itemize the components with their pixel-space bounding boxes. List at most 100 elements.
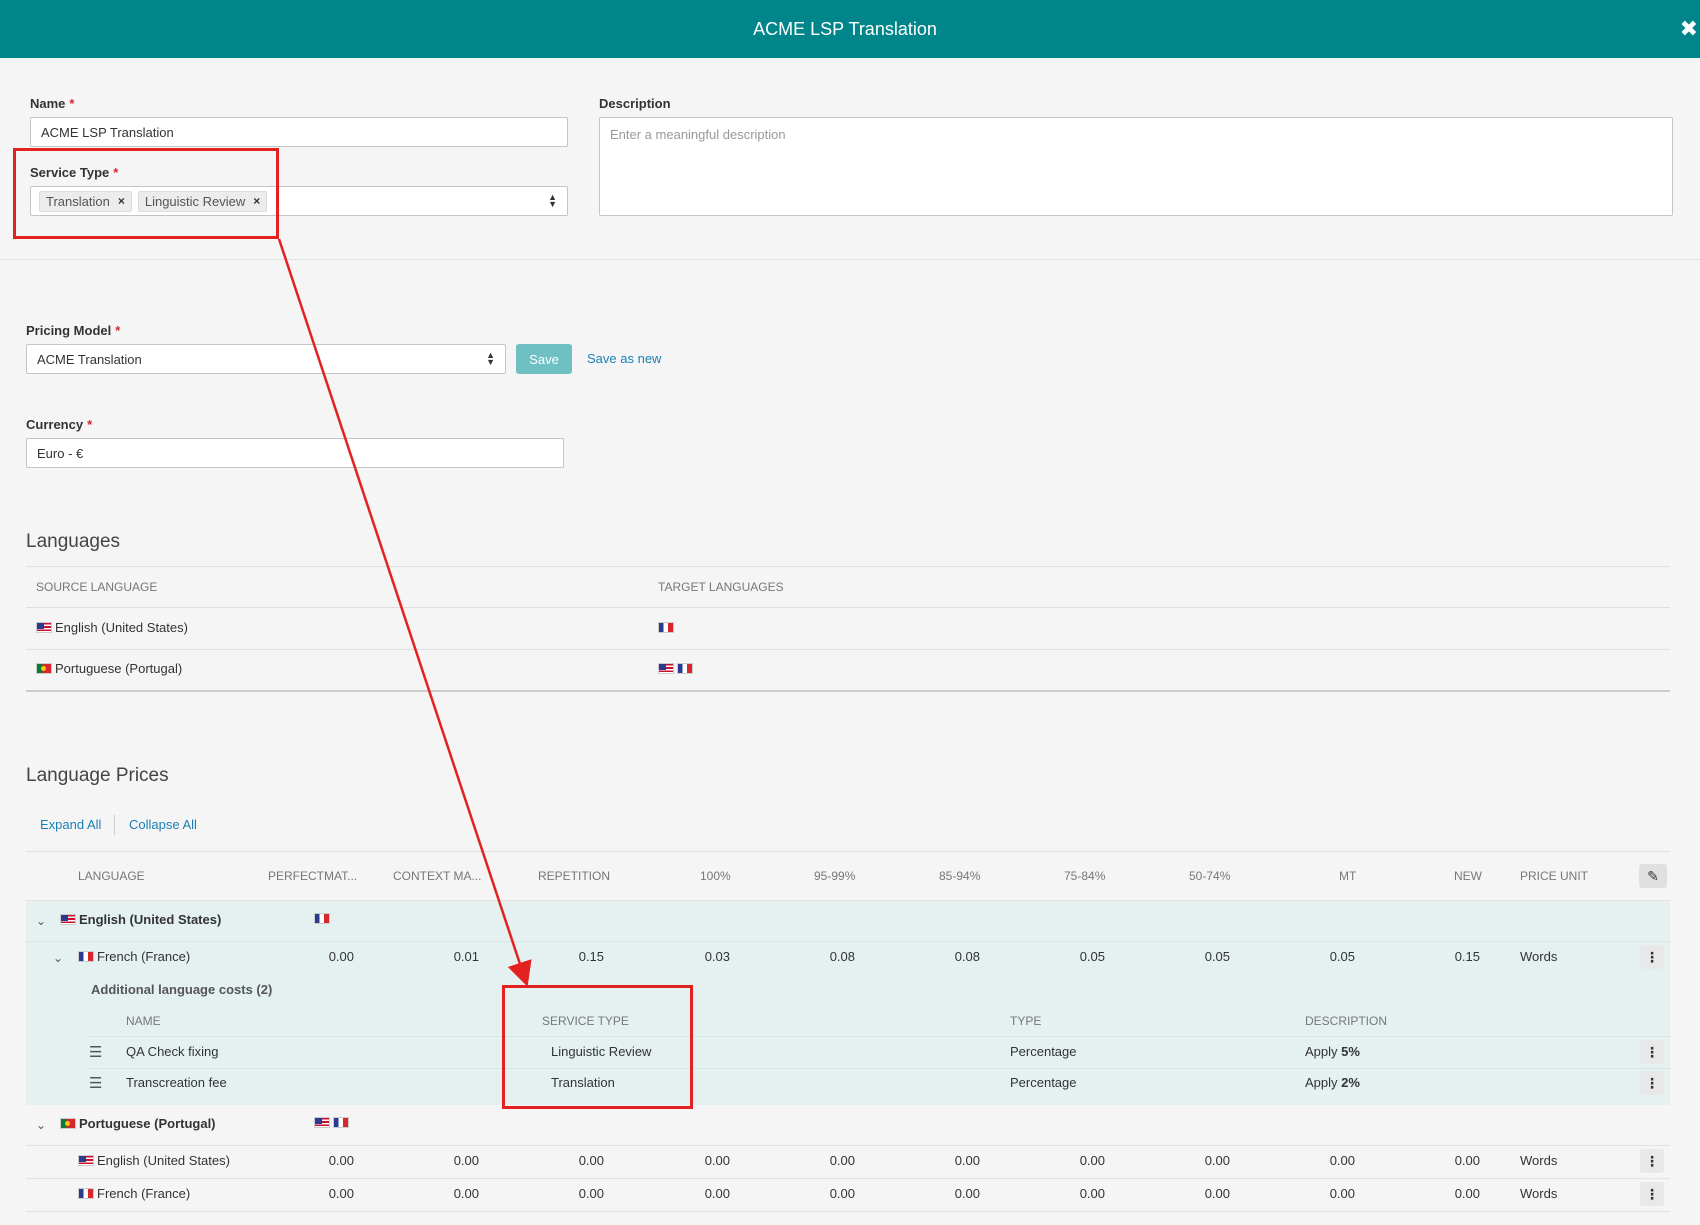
additional-cost-type: Percentage	[1010, 1044, 1077, 1059]
price-cell[interactable]: 0.00	[1176, 1186, 1230, 1201]
col-price-unit[interactable]: PRICE UNIT	[1520, 869, 1588, 883]
price-cell[interactable]: 0.00	[550, 1153, 604, 1168]
price-cell[interactable]: 0.00	[676, 1186, 730, 1201]
languages-heading: Languages	[26, 531, 121, 552]
col-repetition[interactable]: REPETITION	[538, 869, 610, 883]
col-perfectmatch[interactable]: PERFECTMAT...	[268, 869, 357, 883]
price-cell[interactable]: 0.00	[300, 1186, 354, 1201]
price-cell[interactable]: 0.00	[1176, 1153, 1230, 1168]
save-button[interactable]: Save	[516, 344, 572, 374]
pt-flag-icon	[36, 663, 52, 674]
price-cell[interactable]: 0.00	[926, 1153, 980, 1168]
price-cell[interactable]: 0.00	[801, 1153, 855, 1168]
row-menu-icon[interactable]: ⋮	[1640, 1071, 1664, 1095]
table-divider	[26, 851, 1670, 852]
language-row[interactable]: English (United States)	[36, 620, 188, 635]
price-cell[interactable]: 0.00	[1301, 1153, 1355, 1168]
col-95-99[interactable]: 95-99%	[814, 869, 855, 883]
group-source-language: Portuguese (Portugal)	[60, 1116, 216, 1131]
target-language-cell: French (France)	[78, 1186, 190, 1201]
description-label: Description	[599, 96, 671, 111]
price-cell[interactable]: 0.00	[425, 1186, 479, 1201]
description-textarea[interactable]: Enter a meaningful description	[599, 117, 1673, 216]
table-divider	[26, 607, 1670, 608]
price-cell[interactable]: 0.08	[801, 949, 855, 964]
price-unit-cell[interactable]: Words	[1520, 949, 1557, 964]
row-menu-icon[interactable]: ⋮	[1640, 1182, 1664, 1206]
fr-flag-icon	[658, 622, 674, 633]
pricing-model-label: Pricing Model *	[26, 323, 121, 338]
pricing-model-select[interactable]: ACME Translation ▲ ▼	[26, 344, 506, 374]
price-cell[interactable]: 0.00	[1051, 1186, 1105, 1201]
col-new[interactable]: NEW	[1454, 869, 1482, 883]
price-cell[interactable]: 0.00	[676, 1153, 730, 1168]
annotation-box-service-type-column	[502, 985, 693, 1109]
close-icon[interactable]: ✖	[1680, 16, 1698, 42]
drag-handle-icon[interactable]: ☰	[89, 1074, 102, 1092]
target-flags	[658, 620, 677, 635]
price-cell[interactable]: 0.00	[1051, 1153, 1105, 1168]
save-as-new-link[interactable]: Save as new	[587, 351, 661, 366]
edit-columns-button[interactable]: ✎	[1639, 864, 1667, 888]
price-unit-cell[interactable]: Words	[1520, 1186, 1557, 1201]
pencil-icon: ✎	[1647, 867, 1659, 884]
chevron-down-icon[interactable]: ⌄	[36, 914, 46, 928]
select-arrows-icon: ▲ ▼	[548, 192, 557, 209]
col-context-match[interactable]: CONTEXT MA...	[393, 869, 481, 883]
additional-costs-title: Additional language costs (2)	[91, 982, 273, 997]
currency-input[interactable]: Euro - €	[26, 438, 564, 468]
drag-handle-icon[interactable]: ☰	[89, 1043, 102, 1061]
price-cell[interactable]: 0.00	[926, 1186, 980, 1201]
name-input[interactable]: ACME LSP Translation	[30, 117, 568, 147]
price-cell[interactable]: 0.00	[1301, 1186, 1355, 1201]
expand-all-link[interactable]: Expand All	[40, 817, 101, 832]
language-row[interactable]: Portuguese (Portugal)	[36, 661, 182, 676]
price-cell[interactable]: 0.05	[1051, 949, 1105, 964]
source-language-header: SOURCE LANGUAGE	[36, 580, 158, 594]
price-cell[interactable]: 0.05	[1301, 949, 1355, 964]
col-mt[interactable]: MT	[1339, 869, 1356, 883]
price-cell[interactable]: 0.00	[300, 949, 354, 964]
col-language[interactable]: LANGUAGE	[78, 869, 145, 883]
price-cell[interactable]: 0.05	[1176, 949, 1230, 964]
fr-flag-icon	[314, 913, 330, 924]
col-50-74[interactable]: 50-74%	[1189, 869, 1230, 883]
annotation-box-service-type	[13, 148, 279, 239]
us-flag-icon	[36, 622, 52, 633]
col-85-94[interactable]: 85-94%	[939, 869, 980, 883]
price-cell[interactable]: 0.00	[1426, 1153, 1480, 1168]
row-menu-icon[interactable]: ⋮	[1640, 945, 1664, 969]
price-cell[interactable]: 0.01	[425, 949, 479, 964]
col-75-84[interactable]: 75-84%	[1064, 869, 1105, 883]
price-cell[interactable]: 0.08	[926, 949, 980, 964]
fr-flag-icon	[78, 1188, 94, 1199]
table-divider	[26, 649, 1670, 650]
additional-cost-name: QA Check fixing	[126, 1044, 219, 1059]
pricing-model-value: ACME Translation	[37, 351, 142, 367]
price-cell[interactable]: 0.00	[801, 1186, 855, 1201]
price-cell[interactable]: 0.15	[1426, 949, 1480, 964]
additional-cost-name: Transcreation fee	[126, 1075, 227, 1090]
row-menu-icon[interactable]: ⋮	[1640, 1040, 1664, 1064]
fr-flag-icon	[677, 663, 693, 674]
collapse-all-link[interactable]: Collapse All	[129, 817, 197, 832]
chevron-down-icon[interactable]: ⌄	[53, 951, 63, 965]
fr-flag-icon	[78, 951, 94, 962]
target-languages-header: TARGET LANGUAGES	[658, 580, 784, 594]
dialog-title: ACME LSP Translation	[753, 19, 937, 39]
price-cell[interactable]: 0.15	[550, 949, 604, 964]
row-divider	[26, 1178, 1670, 1179]
price-cell[interactable]: 0.00	[300, 1153, 354, 1168]
price-cell[interactable]: 0.00	[550, 1186, 604, 1201]
price-unit-cell[interactable]: Words	[1520, 1153, 1557, 1168]
group-source-language: English (United States)	[60, 912, 221, 927]
price-cell[interactable]: 0.00	[425, 1153, 479, 1168]
col-100[interactable]: 100%	[700, 869, 731, 883]
price-cell[interactable]: 0.00	[1426, 1186, 1480, 1201]
target-language-cell: French (France)	[78, 949, 190, 964]
group-english-band	[26, 901, 1670, 1105]
chevron-down-icon[interactable]: ⌄	[36, 1118, 46, 1132]
price-cell[interactable]: 0.03	[676, 949, 730, 964]
title-bar: ACME LSP Translation ✖	[0, 0, 1700, 58]
row-menu-icon[interactable]: ⋮	[1640, 1149, 1664, 1173]
